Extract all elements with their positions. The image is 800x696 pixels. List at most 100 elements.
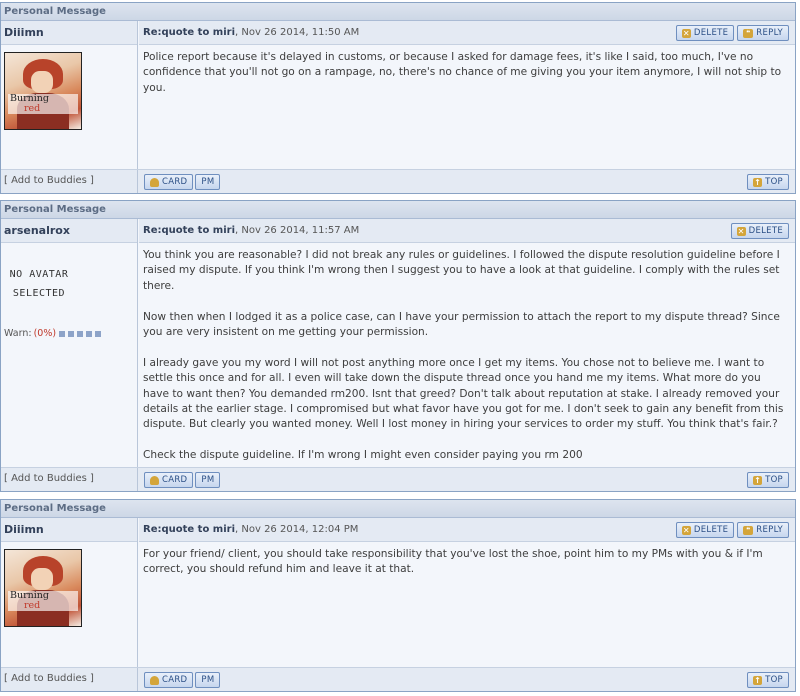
post-actions: ✕ DELETE ❝ REPLY <box>675 522 789 538</box>
delete-button[interactable]: ✕ DELETE <box>730 223 789 239</box>
footer-actions: CARD PM <box>144 672 221 688</box>
warn-block-icon <box>77 330 84 337</box>
warn-level: Warn: (0%) <box>4 328 102 339</box>
footer-top: ↑ TOP <box>747 174 789 190</box>
delete-icon: ✕ <box>736 226 746 236</box>
warn-value[interactable]: (0%) <box>34 328 56 339</box>
author-column: Diiimn Burning red <box>1 21 138 193</box>
card-button[interactable]: CARD <box>144 672 194 688</box>
post-header: Re:quote to miri, Nov 26 2014, 11:50 AM … <box>139 21 795 45</box>
card-icon <box>150 675 159 685</box>
delete-label: DELETE <box>748 226 783 236</box>
card-label: CARD <box>162 177 188 187</box>
add-to-buddies-link[interactable]: [ Add to Buddies ] <box>1 668 138 691</box>
post-body: For your friend/ client, you should take… <box>139 542 795 578</box>
avatar: Burning red <box>4 549 82 627</box>
post-paragraph: Police report because it's delayed in cu… <box>143 51 782 94</box>
post-paragraph: For your friend/ client, you should take… <box>143 548 763 576</box>
post-paragraph: Check the dispute guideline. If I'm wron… <box>143 449 583 462</box>
top-label: TOP <box>765 177 783 187</box>
warn-block-icon <box>68 330 75 337</box>
top-button[interactable]: ↑ TOP <box>747 472 789 488</box>
author-name[interactable]: arsenalrox <box>1 219 137 243</box>
reply-button[interactable]: ❝ REPLY <box>737 522 789 538</box>
pm-label: PM <box>201 177 215 187</box>
top-button[interactable]: ↑ TOP <box>747 174 789 190</box>
avatar-caption-line2: red <box>24 103 41 114</box>
delete-icon: ✕ <box>681 28 691 38</box>
post-header: Re:quote to miri, Nov 26 2014, 12:04 PM … <box>139 518 795 542</box>
section-header: Personal Message <box>1 201 795 219</box>
delete-button[interactable]: ✕ DELETE <box>675 25 735 41</box>
section-header: Personal Message <box>1 500 795 518</box>
reply-icon: ❝ <box>743 525 754 535</box>
card-icon <box>150 475 159 485</box>
reply-label: REPLY <box>756 28 783 38</box>
arrow-up-icon: ↑ <box>753 475 763 485</box>
author-name[interactable]: Diiimn <box>1 518 137 542</box>
post-subject: Re:quote to miri <box>143 27 236 38</box>
add-to-buddies-link[interactable]: [ Add to Buddies ] <box>1 468 138 491</box>
warn-block-icon <box>59 330 66 337</box>
arrow-up-icon: ↑ <box>753 177 763 187</box>
pm-label: PM <box>201 475 215 485</box>
delete-label: DELETE <box>693 28 729 38</box>
post-body: You think you are reasonable? I did not … <box>139 243 795 464</box>
avatar-face <box>31 71 53 93</box>
arrow-up-icon: ↑ <box>753 675 763 685</box>
top-label: TOP <box>765 675 783 685</box>
post-subject: Re:quote to miri <box>143 225 236 236</box>
card-label: CARD <box>162 475 188 485</box>
avatar-caption-line2: red <box>24 600 41 611</box>
post-paragraph: You think you are reasonable? I did not … <box>143 249 780 292</box>
pm-button[interactable]: PM <box>195 472 221 488</box>
no-avatar-placeholder: NO AVATAR SELECTED <box>9 269 69 299</box>
footer-actions: CARD PM <box>144 174 221 190</box>
post-content: Re:quote to miri, Nov 26 2014, 12:04 PM … <box>139 518 795 691</box>
card-button[interactable]: CARD <box>144 472 194 488</box>
reply-label: REPLY <box>756 525 783 535</box>
avatar: Burning red <box>4 52 82 130</box>
reply-icon: ❝ <box>743 28 754 38</box>
warn-block-icon <box>86 330 93 337</box>
card-icon <box>150 177 159 187</box>
delete-label: DELETE <box>693 525 729 535</box>
reply-button[interactable]: ❝ REPLY <box>737 25 789 41</box>
avatar-caption: Burning red <box>8 94 78 114</box>
delete-button[interactable]: ✕ DELETE <box>675 522 735 538</box>
top-label: TOP <box>765 475 783 485</box>
avatar-caption: Burning red <box>8 591 78 611</box>
post-date: , Nov 26 2014, 12:04 PM <box>235 524 359 535</box>
top-button[interactable]: ↑ TOP <box>747 672 789 688</box>
post-subject: Re:quote to miri <box>143 524 236 535</box>
pm-button[interactable]: PM <box>195 174 221 190</box>
pm-button[interactable]: PM <box>195 672 221 688</box>
post-actions: ✕ DELETE ❝ REPLY <box>675 25 789 41</box>
post-content: Re:quote to miri, Nov 26 2014, 11:57 AM … <box>139 219 795 491</box>
pm-label: PM <box>201 675 215 685</box>
author-name[interactable]: Diiimn <box>1 21 137 45</box>
warn-label: Warn: <box>4 328 32 339</box>
post-date: , Nov 26 2014, 11:57 AM <box>235 225 360 236</box>
post-footer: [ Add to Buddies ] CARD PM ↑ TOP <box>1 467 795 491</box>
pm-post-1: Personal Message Diiimn Burning red Re:q… <box>0 2 796 194</box>
post-footer: [ Add to Buddies ] CARD PM ↑ TOP <box>1 169 795 193</box>
footer-top: ↑ TOP <box>747 472 789 488</box>
section-header: Personal Message <box>1 3 795 21</box>
footer-top: ↑ TOP <box>747 672 789 688</box>
post-content: Re:quote to miri, Nov 26 2014, 11:50 AM … <box>139 21 795 193</box>
pm-post-3: Personal Message Diiimn Burning red Re:q… <box>0 499 796 692</box>
author-column: arsenalrox NO AVATAR SELECTED Warn: (0%) <box>1 219 138 491</box>
delete-icon: ✕ <box>681 525 691 535</box>
post-actions: ✕ DELETE <box>730 223 789 239</box>
warn-block-icon <box>95 330 102 337</box>
card-button[interactable]: CARD <box>144 174 194 190</box>
pm-post-2: Personal Message arsenalrox NO AVATAR SE… <box>0 200 796 492</box>
footer-actions: CARD PM <box>144 472 221 488</box>
post-footer: [ Add to Buddies ] CARD PM ↑ TOP <box>1 667 795 691</box>
author-column: Diiimn Burning red <box>1 518 138 691</box>
add-to-buddies-link[interactable]: [ Add to Buddies ] <box>1 170 138 193</box>
post-paragraph: Now then when I lodged it as a police ca… <box>143 310 780 339</box>
post-paragraph: I already gave you my word I will not po… <box>143 356 784 431</box>
post-body: Police report because it's delayed in cu… <box>139 45 795 96</box>
